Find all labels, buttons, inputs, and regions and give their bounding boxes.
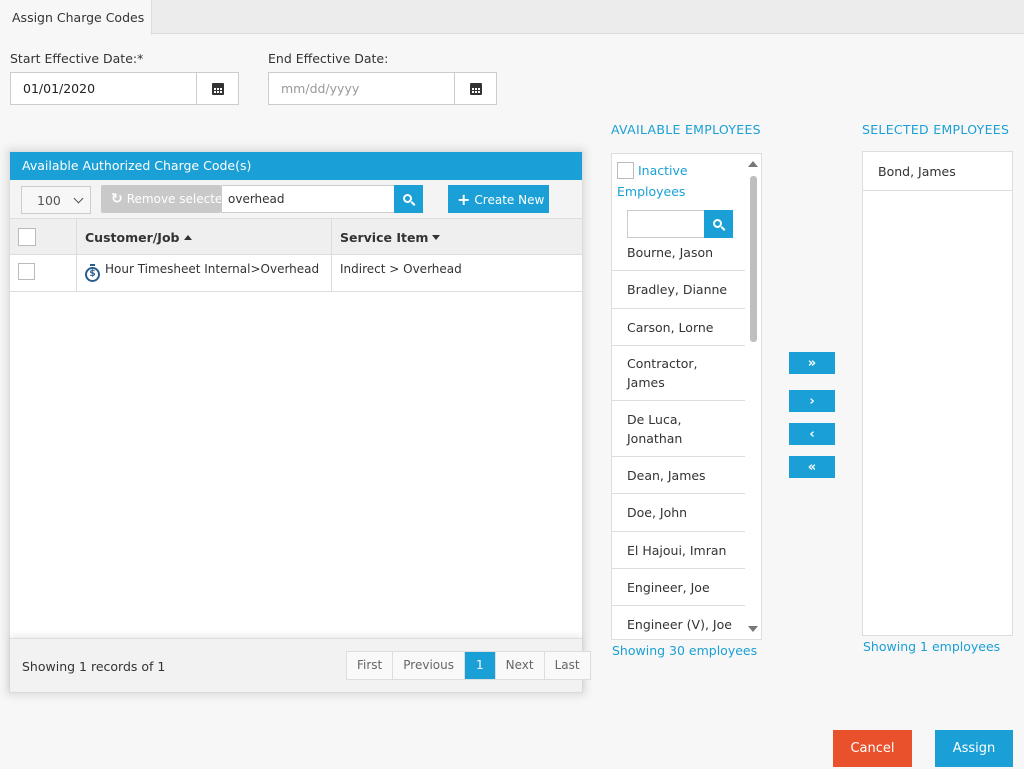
records-count: Showing 1 records of 1 <box>22 659 166 674</box>
select-all-cell <box>10 219 77 254</box>
header-customer-job[interactable]: Customer/Job <box>77 219 332 254</box>
list-item[interactable]: Carson, Lorne <box>612 309 746 346</box>
end-date-label: End Effective Date: <box>268 51 389 66</box>
move-all-left-button[interactable]: « <box>789 456 835 478</box>
page-size-value: 100 <box>37 193 61 208</box>
scroll-down-icon[interactable] <box>748 626 758 632</box>
start-date-field <box>10 72 239 105</box>
search-icon <box>403 193 412 203</box>
start-date-label: Start Effective Date:* <box>10 51 144 66</box>
pager-previous[interactable]: Previous <box>393 652 465 679</box>
charge-code-search-button[interactable] <box>394 185 423 213</box>
end-date-field <box>268 72 497 105</box>
timer-dollar-icon: $ <box>85 264 100 282</box>
customer-job-value: Hour Timesheet Internal>Overhead <box>105 262 320 276</box>
inactive-employees-toggle[interactable]: Inactive Employees <box>617 160 742 202</box>
search-icon <box>713 218 722 228</box>
double-chevron-left-icon: « <box>807 459 817 475</box>
create-new-label: Create New <box>474 193 545 207</box>
end-date-input[interactable] <box>269 73 455 104</box>
list-item[interactable]: Doe, John <box>612 494 746 532</box>
charge-code-search-input[interactable] <box>222 186 394 212</box>
sort-desc-icon <box>432 235 441 240</box>
charge-codes-toolbar: 100 ↻Remove selected +Create New <box>10 180 582 218</box>
selected-employees-list: Bond, James <box>862 151 1013 636</box>
available-employees-count: Showing 30 employees <box>612 643 758 658</box>
list-item[interactable]: Engineer, Joe <box>612 569 746 606</box>
pagination: First Previous 1 Next Last <box>346 651 591 680</box>
selected-employees-count: Showing 1 employees <box>863 639 1001 654</box>
tab-assign-charge-codes[interactable]: Assign Charge Codes <box>0 0 152 35</box>
assign-button[interactable]: Assign <box>935 730 1013 767</box>
calendar-icon <box>469 82 482 95</box>
list-item[interactable]: Bourne, Jason <box>612 234 746 271</box>
chevron-right-icon: › <box>809 393 815 409</box>
start-date-input[interactable] <box>11 73 197 104</box>
list-item[interactable]: El Hajoui, Imran <box>612 532 746 569</box>
employee-list: Bourne, Jason Bradley, Dianne Carson, Lo… <box>612 234 746 639</box>
page-size-select[interactable]: 100 <box>21 186 91 214</box>
header-customer-job-label: Customer/Job <box>85 230 180 245</box>
employee-list-scrollbar[interactable] <box>745 154 761 639</box>
cancel-button[interactable]: Cancel <box>833 730 912 767</box>
remove-selected-button[interactable]: ↻ Remove selected <box>101 185 221 213</box>
list-item[interactable]: Engineer (V), Joe <box>612 606 746 639</box>
create-new-button[interactable]: + Create New <box>448 185 549 213</box>
sort-asc-icon <box>183 235 192 240</box>
service-item-cell: Indirect > Overhead <box>332 255 582 291</box>
charge-code-search-field <box>221 185 395 213</box>
move-left-button[interactable]: ‹ <box>789 423 835 445</box>
pager-first[interactable]: First <box>347 652 394 679</box>
list-item[interactable]: Bond, James <box>863 152 1012 191</box>
available-employees-title: AVAILABLE EMPLOYEES <box>611 122 761 137</box>
inactive-employees-checkbox[interactable] <box>617 162 634 179</box>
start-date-calendar-button[interactable] <box>196 73 238 104</box>
pager-page-1[interactable]: 1 <box>464 652 496 679</box>
service-item-value: Indirect > Overhead <box>340 262 462 276</box>
scrollbar-thumb[interactable] <box>750 176 757 342</box>
select-all-checkbox[interactable] <box>18 228 36 246</box>
row-checkbox[interactable] <box>18 263 35 280</box>
calendar-icon <box>211 82 224 95</box>
charge-codes-panel-title: Available Authorized Charge Code(s) <box>10 152 582 180</box>
charge-codes-panel: Available Authorized Charge Code(s) 100 … <box>9 151 591 693</box>
list-item[interactable]: Dean, James <box>612 457 746 494</box>
move-right-button[interactable]: › <box>789 390 835 412</box>
scroll-up-icon[interactable] <box>748 161 758 167</box>
charge-codes-footer: Showing 1 records of 1 First Previous 1 … <box>10 638 591 692</box>
pager-next[interactable]: Next <box>496 652 545 679</box>
header-service-item-label: Service Item <box>340 230 429 245</box>
list-item[interactable]: Bradley, Dianne <box>612 271 746 309</box>
double-chevron-right-icon: » <box>807 355 817 371</box>
table-header-row: Customer/Job Service Item <box>10 218 582 255</box>
table-row[interactable]: $ Hour Timesheet Internal>Overhead Indire… <box>10 255 582 292</box>
available-employees-list: Inactive Employees Bourne, Jason Bradley… <box>611 153 762 640</box>
header-service-item[interactable]: Service Item <box>332 219 582 254</box>
charge-codes-table: Customer/Job Service Item $ Hour Timeshee… <box>10 218 582 292</box>
move-all-right-button[interactable]: » <box>789 352 835 374</box>
pager-last[interactable]: Last <box>545 652 590 679</box>
list-item[interactable]: Contractor, James <box>612 346 746 401</box>
plus-icon: + <box>457 190 471 209</box>
remove-selected-label: Remove selected <box>126 192 221 206</box>
chevron-left-icon: ‹ <box>809 426 815 442</box>
customer-job-cell: $ Hour Timesheet Internal>Overhead <box>77 255 332 291</box>
end-date-calendar-button[interactable] <box>454 73 496 104</box>
selected-employees-title: SELECTED EMPLOYEES <box>862 122 1010 137</box>
row-select-cell <box>10 255 77 291</box>
refresh-icon: ↻ <box>111 191 123 207</box>
list-item[interactable]: De Luca, Jonathan <box>612 401 746 457</box>
chevron-down-icon <box>73 193 84 204</box>
tab-bar: Assign Charge Codes <box>0 0 1024 35</box>
